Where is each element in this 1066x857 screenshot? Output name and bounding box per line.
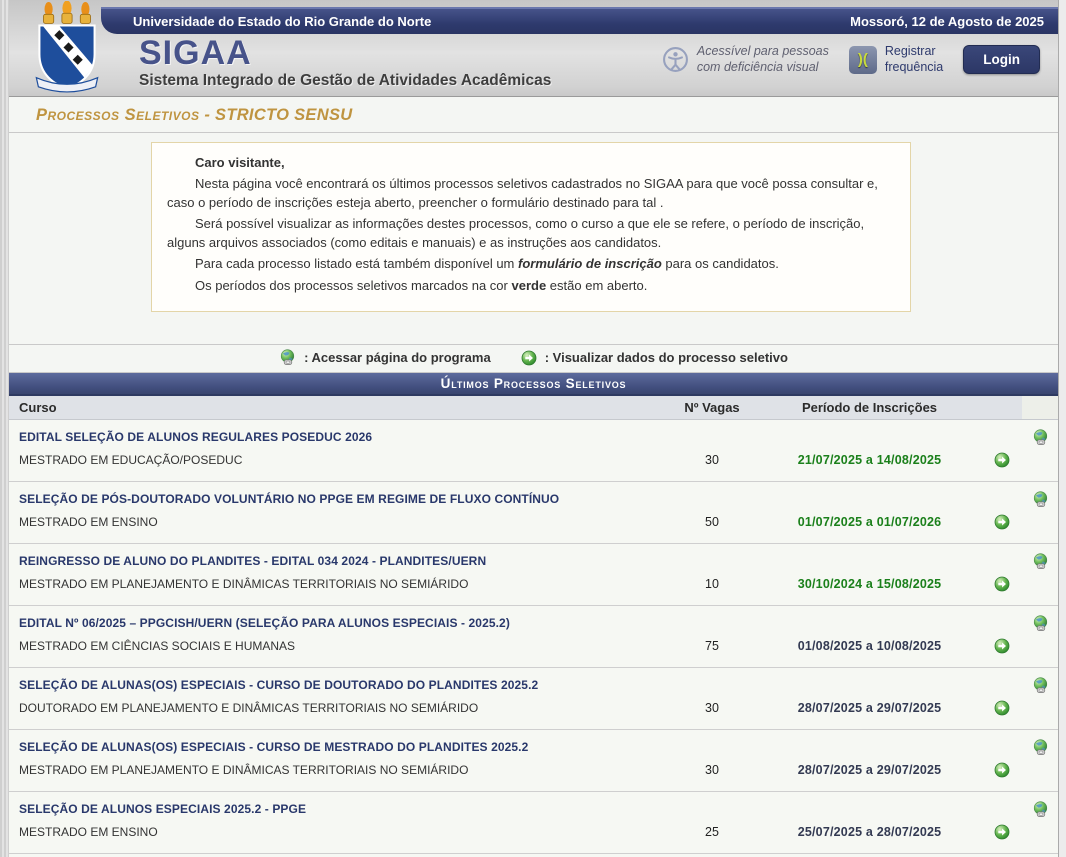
process-title: SELEÇÃO DE ALUNAS(OS) ESPECIAIS - CURSO … bbox=[9, 678, 1022, 692]
globe-link-icon bbox=[279, 349, 296, 366]
attendance-link[interactable]: )( Registrar frequência bbox=[849, 44, 943, 75]
process-row: SELEÇÃO DE ALUNAS(OS) ESPECIAIS - CURSO … bbox=[9, 668, 1058, 730]
process-rows: EDITAL SELEÇÃO DE ALUNOS REGULARES POSED… bbox=[9, 420, 1058, 857]
column-header-periodo: Período de Inscrições bbox=[757, 400, 982, 415]
program-page-icon[interactable] bbox=[1022, 429, 1058, 446]
process-course: MESTRADO EM PLANEJAMENTO E DINÂMICAS TER… bbox=[9, 577, 667, 591]
legend-view-label: : Visualizar dados do processo seletivo bbox=[545, 350, 788, 365]
process-title: SELEÇÃO DE ALUNOS ESPECIAIS 2025.2 - PPG… bbox=[9, 802, 1022, 816]
page-margin-left bbox=[0, 0, 9, 857]
location-date: Mossoró, 12 de Agosto de 2025 bbox=[850, 14, 1058, 29]
intro-paragraph-2: Será possível visualizar as informações … bbox=[167, 215, 895, 252]
program-page-icon[interactable] bbox=[1022, 677, 1058, 694]
view-process-icon[interactable] bbox=[982, 514, 1022, 530]
process-period: 28/07/2025 a 29/07/2025 bbox=[757, 701, 982, 715]
process-period: 01/08/2025 a 10/08/2025 bbox=[757, 639, 982, 653]
selection-processes-table: Últimos Processos Seletivos Curso Nº Vag… bbox=[9, 373, 1058, 857]
attendance-label-line1: Registrar bbox=[885, 44, 943, 60]
view-process-icon[interactable] bbox=[982, 576, 1022, 592]
intro-paragraph-4: Os períodos dos processos seletivos marc… bbox=[167, 277, 895, 295]
header: Universidade do Estado do Rio Grande do … bbox=[9, 0, 1058, 97]
program-page-icon[interactable] bbox=[1022, 739, 1058, 756]
process-title: EDITAL SELEÇÃO DE ALUNOS REGULARES POSED… bbox=[9, 430, 1022, 444]
column-header-vagas: Nº Vagas bbox=[667, 400, 757, 415]
process-course: MESTRADO EM EDUCAÇÃO/POSEDUC bbox=[9, 453, 667, 467]
process-vacancies: 25 bbox=[667, 825, 757, 839]
process-vacancies: 10 bbox=[667, 577, 757, 591]
process-vacancies: 30 bbox=[667, 763, 757, 777]
program-page-icon[interactable] bbox=[1022, 615, 1058, 632]
view-process-icon[interactable] bbox=[982, 638, 1022, 654]
column-header-curso: Curso bbox=[9, 400, 667, 415]
process-vacancies: 50 bbox=[667, 515, 757, 529]
view-process-icon[interactable] bbox=[982, 762, 1022, 778]
process-title: EDITAL Nº 06/2025 – PPGCISH/UERN (SELEÇÃ… bbox=[9, 616, 1022, 630]
app-subtitle: Sistema Integrado de Gestão de Atividade… bbox=[139, 72, 551, 90]
program-page-icon[interactable] bbox=[1022, 801, 1058, 818]
view-process-icon[interactable] bbox=[982, 824, 1022, 840]
green-emphasis: verde bbox=[511, 278, 546, 293]
process-course: MESTRADO EM ENSINO bbox=[9, 825, 667, 839]
uern-logo bbox=[31, 1, 103, 95]
table-column-headers: Curso Nº Vagas Período de Inscrições bbox=[9, 396, 1058, 420]
visitor-info-box: Caro visitante, Nesta página você encont… bbox=[151, 142, 911, 312]
page-title-rest: - STRICTO SENSU bbox=[199, 106, 352, 124]
process-row: REINGRESSO DE ALUNO DO PLANDITES - EDITA… bbox=[9, 544, 1058, 606]
attendance-label-line2: frequência bbox=[885, 60, 943, 76]
login-button[interactable]: Login bbox=[963, 45, 1040, 74]
intro-paragraph-1: Nesta página você encontrará os últimos … bbox=[167, 175, 895, 212]
process-course: MESTRADO EM ENSINO bbox=[9, 515, 667, 529]
process-course: MESTRADO EM PLANEJAMENTO E DINÂMICAS TER… bbox=[9, 763, 667, 777]
program-page-icon[interactable] bbox=[1022, 491, 1058, 508]
app-branding: SIGAA Sistema Integrado de Gestão de Ati… bbox=[139, 36, 551, 90]
process-course: MESTRADO EM CIÊNCIAS SOCIAIS E HUMANAS bbox=[9, 639, 667, 653]
view-process-icon[interactable] bbox=[982, 452, 1022, 468]
process-title: REINGRESSO DE ALUNO DO PLANDITES - EDITA… bbox=[9, 554, 1022, 568]
process-vacancies: 75 bbox=[667, 639, 757, 653]
process-vacancies: 30 bbox=[667, 701, 757, 715]
top-navy-bar: Universidade do Estado do Rio Grande do … bbox=[101, 7, 1058, 34]
process-vacancies: 30 bbox=[667, 453, 757, 467]
intro-greeting: Caro visitante, bbox=[167, 154, 895, 172]
process-row: SELEÇÃO DE ALUNOS ESPECIAIS 2025.2 - PPG… bbox=[9, 792, 1058, 854]
green-arrow-icon bbox=[521, 349, 537, 366]
page: Universidade do Estado do Rio Grande do … bbox=[9, 0, 1058, 857]
accessibility-label-line1: Acessível para pessoas bbox=[697, 44, 829, 60]
process-period: 21/07/2025 a 14/08/2025 bbox=[757, 453, 982, 467]
program-page-icon[interactable] bbox=[1022, 553, 1058, 570]
accessibility-label-line2: com deficiência visual bbox=[697, 60, 829, 76]
process-title: SELEÇÃO DE PÓS-DOUTORADO VOLUNTÁRIO NO P… bbox=[9, 492, 1022, 506]
process-row: EDITAL SELEÇÃO DE ALUNOS REGULARES POSED… bbox=[9, 420, 1058, 482]
process-row: EDITAL Nº 06/2025 – PPGCISH/UERN (SELEÇÃ… bbox=[9, 606, 1058, 668]
attendance-icon: )( bbox=[849, 46, 877, 74]
accessibility-icon bbox=[662, 46, 689, 73]
page-title: Processos Seletivos - STRICTO SENSU bbox=[36, 106, 1058, 125]
process-period: 28/07/2025 a 29/07/2025 bbox=[757, 763, 982, 777]
form-inscription-emphasis: formulário de inscrição bbox=[518, 256, 662, 271]
table-title: Últimos Processos Seletivos bbox=[9, 373, 1058, 396]
process-period: 25/07/2025 a 28/07/2025 bbox=[757, 825, 982, 839]
process-row: SELEÇÃO DE ALUNAS(OS) ESPECIAIS - CURSO … bbox=[9, 730, 1058, 792]
app-name: SIGAA bbox=[139, 36, 551, 70]
process-title: SELEÇÃO DE ALUNAS(OS) ESPECIAIS - CURSO … bbox=[9, 740, 1022, 754]
process-period: 30/10/2024 a 15/08/2025 bbox=[757, 577, 982, 591]
icons-legend: : Acessar página do programa : Visualiza… bbox=[9, 345, 1058, 372]
page-title-smallcaps: Processos Seletivos bbox=[36, 106, 199, 124]
process-course: DOUTORADO EM PLANEJAMENTO E DINÂMICAS TE… bbox=[9, 701, 667, 715]
university-name: Universidade do Estado do Rio Grande do … bbox=[101, 14, 431, 29]
intro-paragraph-3: Para cada processo listado está também d… bbox=[167, 255, 895, 273]
accessibility-link[interactable]: Acessível para pessoas com deficiência v… bbox=[662, 44, 829, 75]
title-divider bbox=[9, 132, 1058, 133]
process-row: SELEÇÃO DE PÓS-DOUTORADO VOLUNTÁRIO NO P… bbox=[9, 482, 1058, 544]
view-process-icon[interactable] bbox=[982, 700, 1022, 716]
main-content: Processos Seletivos - STRICTO SENSU Caro… bbox=[9, 97, 1058, 857]
process-period: 01/07/2025 a 01/07/2026 bbox=[757, 515, 982, 529]
page-margin-right bbox=[1058, 0, 1066, 857]
legend-program-label: : Acessar página do programa bbox=[304, 350, 491, 365]
